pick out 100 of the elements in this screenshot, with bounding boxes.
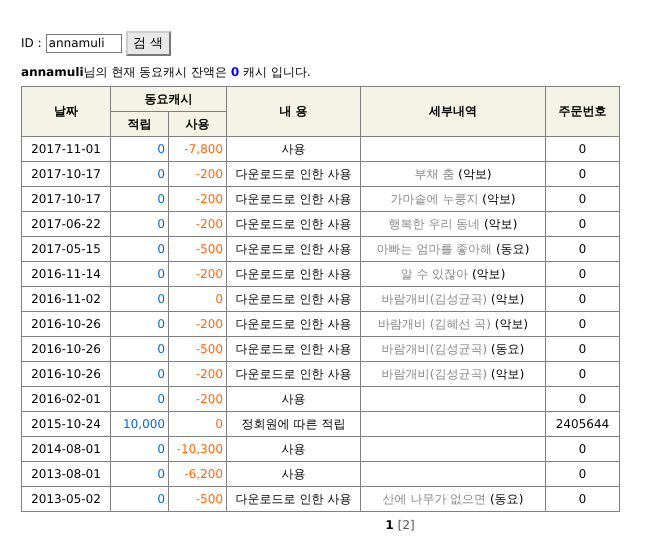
date-cell: 2016-02-01 (22, 386, 110, 412)
order-number-cell: 0 (546, 286, 620, 312)
detail-link[interactable]: 바람개비(김성균곡) (382, 292, 488, 306)
earned-cell: 0 (110, 436, 168, 462)
page-link[interactable]: 1 (385, 518, 394, 532)
used-cell: -500 (168, 336, 226, 362)
content-cell: 다운로드로 인한 사용 (226, 312, 360, 336)
used-cell: -500 (168, 236, 226, 262)
column-header: 주문번호 (546, 86, 620, 136)
detail-type: (악보) (494, 316, 528, 330)
detail-type: (동요) (490, 492, 524, 506)
column-header: 사용 (168, 112, 226, 136)
order-number-cell: 0 (546, 236, 620, 262)
column-header: 내 용 (226, 86, 360, 136)
detail-type: (악보) (490, 292, 524, 306)
balance-text: annamuli님의 현재 동요캐시 잔액은 0 캐시 입니다. (21, 64, 312, 81)
detail-link[interactable]: 산에 나무가 없으면 (382, 492, 486, 506)
content-cell: 다운로드로 인한 사용 (226, 236, 360, 262)
order-number-cell: 0 (546, 462, 620, 486)
detail-type: (악보) (458, 166, 492, 180)
date-cell: 2017-05-15 (22, 236, 110, 262)
used-cell: -200 (168, 262, 226, 286)
detail-link[interactable]: 가마솥에 누룽지 (390, 192, 478, 206)
date-cell: 2013-08-01 (22, 462, 110, 486)
detail-link[interactable]: 바람개비 (김혜선 곡) (378, 316, 491, 330)
order-number-cell: 0 (546, 186, 620, 212)
used-cell: -6,200 (168, 462, 226, 486)
used-cell: 0 (168, 286, 226, 312)
earned-cell: 0 (110, 386, 168, 412)
date-cell: 2017-11-01 (22, 136, 110, 162)
detail-type: (동요) (496, 242, 530, 256)
order-number-cell: 0 (546, 136, 620, 162)
earned-cell: 0 (110, 262, 168, 286)
detail-type: (악보) (472, 266, 506, 280)
detail-link[interactable]: 바람개비(김성균곡) (382, 342, 488, 356)
content-cell: 다운로드로 인한 사용 (226, 286, 360, 312)
order-number-cell: 0 (546, 312, 620, 336)
detail-link[interactable]: 알 수 있잖아 (400, 266, 468, 280)
order-number-cell: 0 (546, 436, 620, 462)
detail-type: (동요) (490, 342, 524, 356)
column-header: 동요캐시 (110, 86, 226, 112)
content-cell: 다운로드로 인한 사용 (226, 486, 360, 512)
earned-cell: 0 (110, 336, 168, 362)
date-cell: 2017-10-17 (22, 162, 110, 186)
used-cell: -10,300 (168, 436, 226, 462)
date-cell: 2014-08-01 (22, 436, 110, 462)
earned-cell: 10,000 (110, 412, 168, 436)
date-cell: 2017-06-22 (22, 212, 110, 236)
earned-cell: 0 (110, 186, 168, 212)
earned-cell: 0 (110, 486, 168, 512)
order-number-cell: 0 (546, 362, 620, 386)
detail-type: (악보) (482, 192, 516, 206)
detail-type: (악보) (490, 366, 524, 380)
search-button[interactable]: 검 색 (126, 30, 171, 56)
date-cell: 2016-10-26 (22, 336, 110, 362)
date-cell: 2013-05-02 (22, 486, 110, 512)
earned-cell: 0 (110, 362, 168, 386)
used-cell: -500 (168, 486, 226, 512)
used-cell: -200 (168, 186, 226, 212)
detail-link[interactable]: 부채 춤 (414, 166, 454, 180)
date-cell: 2015-10-24 (22, 412, 110, 436)
earned-cell: 0 (110, 462, 168, 486)
detail-link[interactable]: 아빠는 엄마를 좋아해 (376, 242, 492, 256)
earned-cell: 0 (110, 212, 168, 236)
page-link[interactable]: [2] (398, 518, 415, 532)
content-cell: 사용 (226, 436, 360, 462)
content-cell: 정회원에 따른 적립 (226, 412, 360, 436)
detail-link[interactable]: 행복한 우리 동네 (388, 216, 480, 230)
used-cell: 0 (168, 412, 226, 436)
used-cell: -200 (168, 212, 226, 236)
used-cell: -7,800 (168, 136, 226, 162)
order-number-cell: 0 (546, 212, 620, 236)
column-header: 적립 (110, 112, 168, 136)
used-cell: -200 (168, 312, 226, 336)
order-number-cell: 0 (546, 162, 620, 186)
earned-cell: 0 (110, 162, 168, 186)
used-cell: -200 (168, 362, 226, 386)
detail-link[interactable]: 바람개비(김성균곡) (382, 366, 488, 380)
content-cell: 사용 (226, 462, 360, 486)
detail-type: (악보) (484, 216, 518, 230)
id-label: ID : (21, 36, 42, 50)
id-input-field[interactable]: annamuli (46, 34, 122, 52)
date-cell: 2016-10-26 (22, 362, 110, 386)
content-cell: 사용 (226, 386, 360, 412)
used-cell: -200 (168, 386, 226, 412)
order-number-cell: 0 (546, 336, 620, 362)
content-cell: 다운로드로 인한 사용 (226, 362, 360, 386)
earned-cell: 0 (110, 312, 168, 336)
content-cell: 다운로드로 인한 사용 (226, 212, 360, 236)
order-number-cell: 0 (546, 262, 620, 286)
content-cell: 다운로드로 인한 사용 (226, 262, 360, 286)
order-number-cell: 0 (546, 386, 620, 412)
content-cell: 다운로드로 인한 사용 (226, 162, 360, 186)
date-cell: 2016-11-14 (22, 262, 110, 286)
date-cell: 2016-10-26 (22, 312, 110, 336)
content-cell: 다운로드로 인한 사용 (226, 336, 360, 362)
column-header: 날짜 (22, 86, 110, 136)
earned-cell: 0 (110, 236, 168, 262)
date-cell: 2017-10-17 (22, 186, 110, 212)
earned-cell: 0 (110, 136, 168, 162)
